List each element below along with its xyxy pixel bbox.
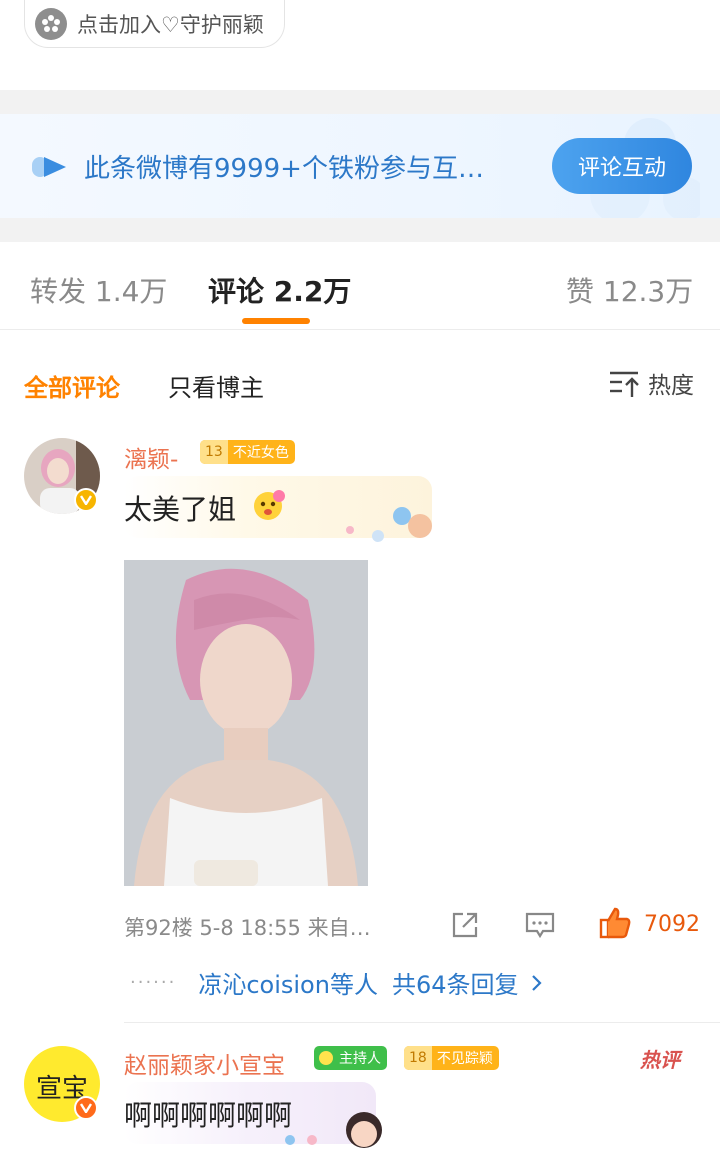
section-gap [0,90,720,114]
top-area: 点击加入♡守护丽颖 [0,0,720,90]
join-fan-group-button[interactable]: 点击加入♡守护丽颖 [24,0,285,48]
fan-level-badge: 18 不见踪颖 [404,1046,499,1070]
tab-likes[interactable]: 赞 12.3万 [566,270,693,310]
fan-badge-text: 不见踪颖 [436,1051,493,1067]
host-badge-text: 主持人 [339,1051,381,1067]
comment-filter-row: 全部评论 只看博主 热度 [0,330,720,430]
sun-icon [319,1051,333,1065]
comment-text: 太美了姐 [124,493,237,526]
join-label: 点击加入♡守护丽颖 [77,12,264,37]
bubble-decoration-icon [285,1112,382,1148]
replies-total: 共64条回复 [391,971,519,999]
bubble-decoration-icon [346,507,432,542]
comment-username[interactable]: 赵丽颖家小宣宝 [124,1046,285,1080]
fan-level-number: 18 [404,1046,432,1070]
fans-banner-text: 此条微博有9999+个铁粉参与互… [84,154,484,184]
tab-reposts[interactable]: 转发 1.4万 [30,270,167,310]
section-gap [0,218,720,242]
host-badge: 主持人 [314,1046,387,1070]
comment-username[interactable]: 漓颖- [124,440,178,474]
comment-divider [124,1022,720,1023]
interaction-icon [32,157,66,177]
stats-tabs: 转发 1.4万 评论 2.2万 赞 12.3万 [0,242,720,330]
sort-by-hotness-button[interactable]: 热度 [608,366,694,400]
fan-level-badge: 13 不近女色 [200,440,295,464]
like-count: 7092 [644,912,700,937]
sort-icon [610,371,639,397]
replies-dots: ······ [130,972,177,993]
sort-label: 热度 [648,373,694,399]
like-icon[interactable] [598,906,632,940]
flower-icon [35,7,67,40]
hot-comment-badge: 热评 [640,1048,680,1072]
verified-badge-icon [74,488,98,512]
fan-level-number: 13 [200,440,228,464]
share-icon[interactable] [450,910,480,940]
active-tab-indicator [242,318,310,324]
comment-image[interactable] [124,560,368,886]
fan-badge-text: 不近女色 [232,445,289,461]
comment-interaction-button[interactable]: 评论互动 [552,138,692,194]
fans-interaction-banner[interactable]: 此条微博有9999+个铁粉参与互… 评论互动 [0,114,720,218]
chevron-right-icon [531,974,542,991]
filter-all-comments[interactable]: 全部评论 [24,368,120,403]
view-replies-link[interactable]: ······ 凉沁coision等人 共64条回复 [130,965,543,1000]
verified-badge-icon [74,1096,98,1120]
blush-emoji-icon [254,490,285,520]
replies-names: 凉沁coision等人 [198,971,378,999]
comment-text: 啊啊啊啊啊啊 [124,1099,293,1132]
comment-meta: 第92楼 5-8 18:55 来自… [124,916,371,940]
filter-blogger-only[interactable]: 只看博主 [168,368,264,403]
tab-comments[interactable]: 评论 2.2万 [208,270,351,310]
reply-icon[interactable] [524,910,556,940]
